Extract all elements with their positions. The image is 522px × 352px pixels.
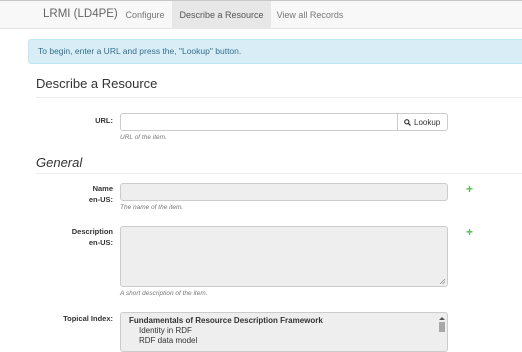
topical-index-scrollbar[interactable] bbox=[439, 317, 445, 343]
lookup-label: Lookup bbox=[414, 118, 441, 127]
name-label-text: Name bbox=[92, 184, 113, 193]
brand[interactable]: LRMI (LD4PE) bbox=[43, 8, 118, 20]
info-alert: To begin, enter a URL and press the, "Lo… bbox=[28, 39, 522, 64]
description-textarea[interactable] bbox=[120, 226, 448, 287]
general-divider bbox=[36, 173, 522, 174]
topical-index-list[interactable]: Fundamentals of Resource Description Fra… bbox=[120, 312, 448, 352]
name-input[interactable] bbox=[120, 183, 448, 201]
title-divider bbox=[36, 97, 522, 98]
url-input[interactable] bbox=[120, 113, 398, 131]
add-name-plus-icon[interactable]: + bbox=[466, 183, 473, 195]
lookup-button[interactable]: Lookup bbox=[397, 113, 448, 131]
list-item[interactable]: Identity in RDF bbox=[139, 326, 192, 335]
general-heading: General bbox=[36, 155, 83, 170]
search-icon bbox=[404, 119, 411, 126]
nav-configure[interactable]: Configure bbox=[118, 1, 172, 29]
name-label-lang: en-US: bbox=[88, 195, 113, 204]
nav-describe-resource[interactable]: Describe a Resource bbox=[172, 1, 271, 29]
scroll-up-icon[interactable] bbox=[439, 317, 445, 320]
resize-handle-icon[interactable] bbox=[440, 279, 445, 284]
description-label-lang: en-US: bbox=[88, 238, 113, 247]
url-label: URL: bbox=[95, 116, 113, 125]
page-title: Describe a Resource bbox=[36, 76, 158, 91]
description-label-text: Description bbox=[71, 227, 113, 236]
list-item[interactable]: Fundamentals of Resource Description Fra… bbox=[129, 316, 323, 325]
name-help: The name of the item. bbox=[120, 204, 184, 211]
url-help: URL of the item. bbox=[120, 134, 167, 141]
description-help: A short description of the item. bbox=[120, 290, 208, 297]
nav-view-all-records[interactable]: View all Records bbox=[274, 1, 346, 29]
scroll-thumb[interactable] bbox=[439, 322, 445, 332]
topical-index-label: Topical Index: bbox=[63, 314, 113, 323]
navbar: LRMI (LD4PE) Configure Describe a Resour… bbox=[0, 0, 522, 29]
add-description-plus-icon[interactable]: + bbox=[466, 226, 473, 238]
description-label: Description en-US: bbox=[0, 226, 113, 248]
name-label: Name en-US: bbox=[0, 183, 113, 205]
